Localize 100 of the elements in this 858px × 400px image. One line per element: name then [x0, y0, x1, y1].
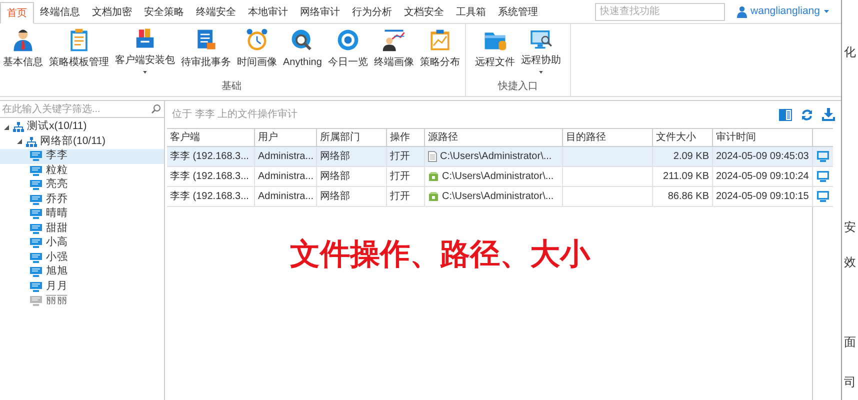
tab[interactable]: 终端信息	[34, 1, 86, 23]
background-text: 效	[844, 254, 856, 271]
table-row[interactable]: 李李 (192.168.3... Administra... 网络部 打开 C:\Users\Administrator\... 2.09 KB 2024-05-09 09:45:03	[167, 147, 833, 167]
tree-computer-item[interactable]: 李李	[0, 149, 164, 164]
column-header[interactable]: 目的路径	[563, 129, 653, 146]
tree-computer-item[interactable]: 晴晴	[0, 207, 164, 222]
tree-computer-item[interactable]: 亮亮	[0, 178, 164, 192]
table-cell-text: 2.09 KB	[673, 150, 709, 164]
download-icon[interactable]	[822, 108, 835, 121]
caret-icon	[143, 71, 147, 74]
computer-icon	[30, 252, 42, 263]
column-header[interactable]: 操作	[387, 129, 425, 146]
ribbon-button[interactable]: 客户端安装包	[112, 24, 178, 74]
tree-group-item[interactable]: 测试x(10/11)	[0, 120, 164, 134]
ribbon-button[interactable]: 策略模板管理	[46, 24, 112, 74]
table-cell-text: Administra...	[258, 190, 314, 204]
tab[interactable]: 网络审计	[294, 1, 346, 23]
tab[interactable]: 系统管理	[492, 1, 544, 23]
ribbon-button[interactable]: 策略分布	[416, 24, 463, 74]
monitor-icon[interactable]	[817, 191, 829, 202]
tab[interactable]: 行为分析	[346, 1, 398, 23]
org-icon	[13, 122, 24, 132]
caption-overlay: 文件操作、路径、大小	[290, 237, 590, 273]
column-header[interactable]: 文件大小	[653, 129, 713, 146]
table-row[interactable]: 李李 (192.168.3... Administra... 网络部 打开 C:\Users\Administrator\... 211.09 KB 2024-05-09 09:10:24	[167, 167, 833, 187]
background-text: 安	[844, 219, 856, 236]
tab[interactable]: 本地审计	[242, 1, 294, 23]
expander-icon[interactable]	[4, 124, 9, 130]
tree-computer-item[interactable]: 丽丽	[0, 294, 164, 308]
tree-computer-item[interactable]: 小强	[0, 250, 164, 265]
ribbon-button[interactable]: 时间画像	[234, 24, 280, 74]
tree-computer-item[interactable]: 乔乔	[0, 192, 164, 207]
monitor-icon[interactable]	[817, 171, 829, 182]
ribbon-button[interactable]: 今日一览	[324, 24, 371, 74]
tab[interactable]: 工具箱	[450, 1, 492, 23]
table-cell-text: 打开	[390, 150, 410, 164]
background-text: 司	[844, 374, 856, 391]
tree-computer-item[interactable]: 月月	[0, 280, 164, 294]
table-cell-text: C:\Users\Administrator\...	[442, 190, 554, 204]
background-text: 面	[844, 334, 856, 351]
expander-icon[interactable]	[17, 139, 22, 144]
computer-icon	[30, 282, 42, 292]
tab[interactable]: 首页	[0, 2, 34, 24]
tree-computer-item[interactable]: 旭旭	[0, 265, 164, 280]
computer-icon	[30, 238, 42, 248]
user-menu[interactable]: wangliangliang	[732, 4, 833, 20]
table-cell-text: C:\Users\Administrator\...	[440, 150, 552, 164]
ribbon-button[interactable]: Anything	[280, 24, 325, 74]
tab[interactable]: 文档安全	[398, 1, 450, 23]
group-label: 快捷入口	[498, 80, 538, 94]
table-cell-text: 网络部	[320, 190, 350, 204]
table-cell-text: 网络部	[320, 170, 350, 184]
ribbon-button[interactable]: 终端画像	[370, 24, 417, 74]
table-cell-text: 网络部	[320, 150, 350, 164]
column-header[interactable]: 所属部门	[317, 129, 387, 146]
table-cell-text: 李李 (192.168.3...	[170, 170, 249, 184]
table-cell-text: 86.86 KB	[668, 190, 709, 204]
quick-search-field[interactable]: 快速查找功能	[594, 2, 725, 20]
computer-icon	[30, 180, 42, 190]
background-text: 化	[844, 44, 856, 61]
columns-icon[interactable]	[779, 108, 792, 120]
tab[interactable]: 安全策略	[138, 1, 190, 23]
table-cell-text: 2024-05-09 09:10:15	[716, 190, 809, 204]
computer-icon	[30, 209, 42, 220]
table-cell-text: Administra...	[258, 170, 314, 184]
tab[interactable]: 文档加密	[86, 1, 138, 23]
tree-group-item[interactable]: 网络部(10/11)	[0, 134, 164, 149]
refresh-icon[interactable]	[801, 108, 813, 120]
table-cell-text: 李李 (192.168.3...	[170, 190, 249, 204]
ribbon-button[interactable]: 基本信息	[0, 24, 46, 74]
tree-computer-item[interactable]: 甜甜	[0, 222, 164, 236]
table-cell-text: C:\Users\Administrator\...	[442, 170, 554, 184]
ribbon-button[interactable]: 远程文件	[472, 24, 518, 74]
table-cell-text: 打开	[390, 170, 410, 184]
table-row[interactable]: 李李 (192.168.3... Administra... 网络部 打开 C:\Users\Administrator\... 86.86 KB 2024-05-09 09:10:15	[167, 187, 833, 207]
filter-field[interactable]: 在此输入关键字筛选...	[0, 101, 148, 117]
table-cell-text: Administra...	[258, 150, 314, 164]
tab[interactable]: 终端安全	[190, 1, 242, 23]
ribbon-button[interactable]: 待审批事务	[178, 24, 234, 74]
computer-icon	[30, 151, 42, 162]
clock-icon	[244, 27, 270, 53]
table-cell-text: 2024-05-09 09:10:24	[716, 170, 809, 184]
monitor-icon[interactable]	[817, 151, 829, 162]
computer-icon	[30, 267, 42, 278]
column-header[interactable]: 审计时间	[713, 129, 813, 146]
caret-icon	[538, 71, 543, 74]
column-header[interactable]: 源路径	[425, 129, 563, 146]
table-cell-text: 李李 (192.168.3...	[170, 150, 249, 164]
ribbon-button[interactable]: 远程协助	[518, 24, 564, 74]
search-icon[interactable]	[151, 104, 161, 114]
table-cell-text: 2024-05-09 09:45:03	[716, 150, 809, 164]
user-icon	[736, 6, 747, 18]
org-icon	[26, 136, 37, 147]
column-header[interactable]: 客户端	[167, 129, 255, 146]
tree-computer-item[interactable]: 粒粒	[0, 164, 164, 178]
caret-icon	[824, 10, 829, 13]
computer-icon	[30, 166, 42, 176]
table-cell-text: 211.09 KB	[663, 170, 709, 184]
tree-computer-item[interactable]: 小高	[0, 236, 164, 250]
column-header[interactable]: 用户	[255, 129, 317, 146]
